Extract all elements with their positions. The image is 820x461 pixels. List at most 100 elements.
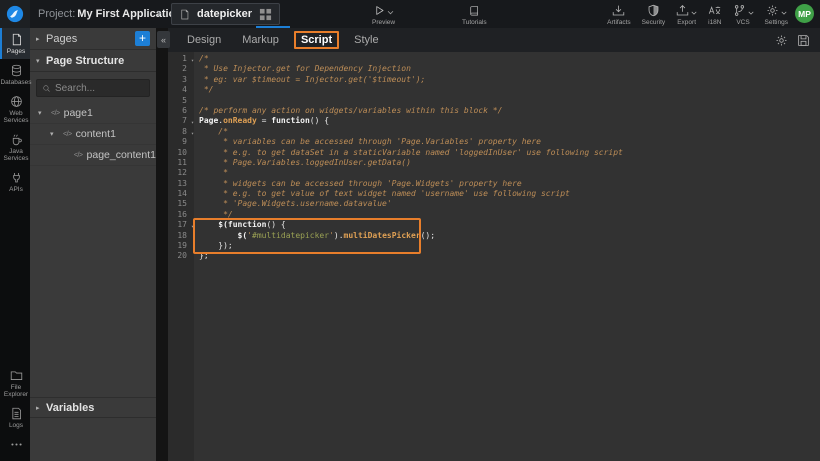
rail-item-label: Web Services — [2, 110, 30, 124]
collapse-panel-button[interactable]: « — [157, 31, 170, 48]
left-icon-rail: PagesDatabases Web Services Java Services A… — [0, 28, 30, 461]
plug-icon — [10, 171, 23, 184]
line-number: 16 — [168, 210, 194, 220]
variables-label: Variables — [46, 402, 150, 414]
line-number: 19 — [168, 241, 194, 251]
panel-resizer[interactable] — [156, 28, 168, 461]
code-line[interactable]: /* — [199, 54, 820, 64]
line-number: 10 — [168, 148, 194, 158]
code-line[interactable]: * widgets can be accessed through 'Page.… — [199, 179, 820, 189]
play-icon — [374, 5, 385, 16]
i18n-button[interactable]: i18N — [708, 4, 721, 26]
security-button[interactable]: Security — [642, 4, 665, 26]
export-button[interactable]: Export — [676, 4, 697, 26]
rail-item-pages[interactable]: Pages — [0, 28, 30, 59]
tab-script[interactable]: Script — [294, 31, 339, 49]
rail-item-logs[interactable]: Logs — [0, 402, 30, 433]
caret-down-icon[interactable]: ▾ — [38, 109, 47, 117]
search-icon — [42, 84, 51, 93]
save-icon[interactable] — [797, 34, 810, 47]
code-editor[interactable]: 1▾234567▾8▾91011121314151617▾181920 /* *… — [168, 52, 820, 461]
settings-button[interactable]: Settings — [765, 4, 789, 26]
caret-down-icon[interactable]: ▾ — [50, 130, 59, 138]
code-line[interactable] — [199, 96, 820, 106]
line-number: 7▾ — [168, 116, 194, 126]
artifacts-button[interactable]: Artifacts — [607, 4, 630, 26]
page-tab-datepicker[interactable]: datepicker — [171, 3, 280, 25]
structure-search[interactable] — [36, 79, 150, 97]
code-line[interactable]: * e.g. to get value of text widget named… — [199, 189, 820, 199]
rail-item-databases[interactable]: Databases — [0, 59, 30, 90]
rail-item-file-explorer[interactable]: File Explorer — [0, 364, 30, 402]
rail-item-java-services[interactable]: Java Services — [0, 128, 30, 166]
code-line[interactable]: * Page.Variables.loggedInUser.getData() — [199, 158, 820, 168]
code-line[interactable]: * Use Injector.get for Dependency Inject… — [199, 64, 820, 74]
globe-icon — [10, 95, 23, 108]
code-pane[interactable]: /* * Use Injector.get for Dependency Inj… — [194, 52, 820, 461]
variables-section-header[interactable]: ▸ Variables — [30, 397, 156, 418]
annotation-box-code — [193, 218, 421, 254]
chevron-down-icon — [691, 10, 697, 16]
code-line[interactable]: Page.onReady = function() { — [199, 116, 820, 126]
widget-tree: ▾</>page1▾</>content1</>page_content1 — [30, 103, 156, 166]
tab-design[interactable]: Design — [181, 32, 227, 48]
code-line[interactable]: * e.g. to get dataSet in a staticVariabl… — [199, 148, 820, 158]
editor-tabs: Design Markup Script Style — [181, 31, 394, 49]
tutorials-label: Tutorials — [462, 19, 487, 26]
grid-toggle-icon[interactable] — [259, 8, 272, 21]
code-line[interactable]: * 'Page.Widgets.username.datavalue' — [199, 199, 820, 209]
add-page-button[interactable]: + — [135, 31, 150, 46]
tree-item-content1[interactable]: ▾ </> content1 — [30, 124, 156, 145]
caret-right-icon[interactable]: ▸ — [36, 35, 45, 43]
rail-spacer — [0, 197, 30, 364]
code-line[interactable]: /* — [199, 127, 820, 137]
artifacts-label: Artifacts — [607, 19, 630, 26]
tab-markup[interactable]: Markup — [236, 32, 285, 48]
code-line[interactable]: * — [199, 168, 820, 178]
caret-down-icon[interactable]: ▾ — [36, 57, 45, 65]
settings-label: Settings — [765, 19, 789, 26]
search-input[interactable] — [55, 83, 144, 94]
page-structure-header[interactable]: ▾ Page Structure — [30, 50, 156, 72]
tutorials-button[interactable]: Tutorials — [462, 4, 487, 26]
line-number: 1▾ — [168, 54, 194, 64]
book-icon — [469, 5, 480, 17]
pages-header-label: Pages — [46, 33, 135, 45]
preview-button[interactable]: Preview — [372, 4, 395, 26]
app-logo[interactable] — [0, 0, 30, 28]
line-number: 11 — [168, 158, 194, 168]
pages-panel-header[interactable]: ▸ Pages + — [30, 28, 156, 50]
line-number: 17▾ — [168, 220, 194, 230]
code-line[interactable]: */ — [199, 85, 820, 95]
wavemaker-logo-icon — [6, 5, 24, 23]
cup-icon — [10, 133, 23, 146]
rail-item-web-services[interactable]: Web Services — [0, 90, 30, 128]
top-bar: Project: My First Application › datepick… — [0, 0, 820, 28]
vcs-button[interactable]: VCS — [733, 4, 754, 26]
user-avatar[interactable]: MP — [795, 4, 814, 23]
rail-item-more[interactable] — [0, 433, 30, 455]
rail-item-label: Java Services — [2, 148, 30, 162]
widget-code-icon: </> — [63, 131, 72, 138]
rail-item-apis[interactable]: APIs — [0, 166, 30, 197]
code-line[interactable]: * eg: var $timeout = Injector.get('$time… — [199, 75, 820, 85]
rail-bottom-group: File ExplorerLogs — [0, 364, 30, 461]
tab-style[interactable]: Style — [348, 32, 384, 48]
tree-item-page1[interactable]: ▾</>page1 — [30, 103, 156, 124]
line-number: 3 — [168, 75, 194, 85]
widget-code-icon: </> — [51, 110, 60, 117]
tree-item-label: content1 — [76, 128, 116, 140]
line-number: 15 — [168, 199, 194, 209]
project-name: My First Application — [77, 8, 182, 20]
code-line[interactable]: * variables can be accessed through 'Pag… — [199, 137, 820, 147]
tree-item-page_content1[interactable]: </>page_content1 — [30, 145, 156, 166]
line-number: 20 — [168, 251, 194, 261]
folder-icon — [10, 369, 23, 382]
editor-settings-gear-icon[interactable] — [775, 34, 788, 47]
caret-right-icon[interactable]: ▸ — [36, 404, 45, 412]
dots-icon — [10, 438, 23, 451]
export-label: Export — [677, 19, 696, 26]
chevron-down-icon[interactable] — [387, 10, 394, 15]
tree-item-label: page_content1 — [87, 149, 156, 161]
code-line[interactable]: /* perform any action on widgets/variabl… — [199, 106, 820, 116]
